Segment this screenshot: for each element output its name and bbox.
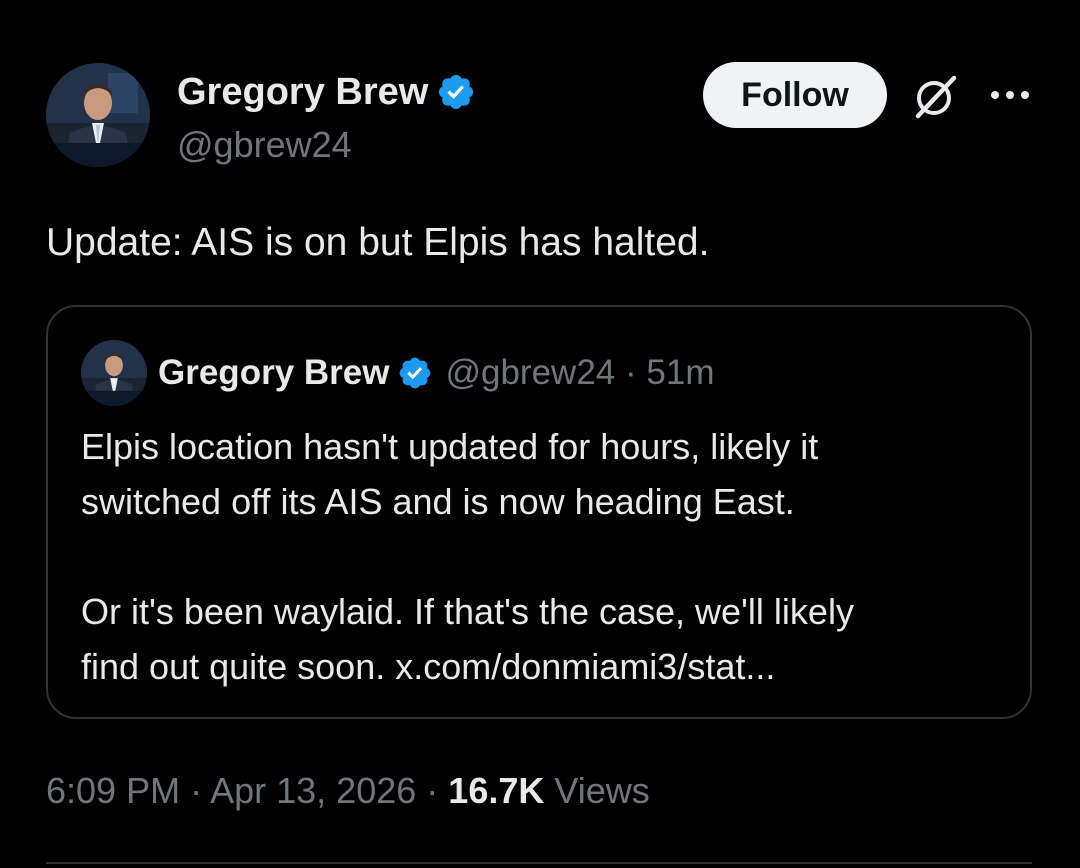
author-handle[interactable]: @gbrew24 bbox=[177, 124, 352, 166]
quoted-text-line: switched off its AIS and is now heading … bbox=[81, 481, 795, 522]
quoted-timestamp[interactable]: 51m bbox=[646, 353, 714, 393]
quoted-author-name[interactable]: Gregory Brew bbox=[158, 353, 389, 393]
avatar-image bbox=[46, 63, 150, 167]
quoted-avatar-image bbox=[81, 340, 147, 406]
follow-button[interactable]: Follow bbox=[703, 62, 887, 128]
quoted-author-avatar[interactable] bbox=[81, 340, 147, 406]
grok-icon[interactable] bbox=[908, 70, 962, 124]
tweet-date[interactable]: Apr 13, 2026 bbox=[210, 770, 416, 811]
views-count[interactable]: 16.7K bbox=[448, 770, 544, 811]
views-label[interactable]: Views bbox=[554, 770, 649, 811]
quoted-separator: · bbox=[625, 353, 637, 392]
quoted-text: Elpis location hasn't updated for hours,… bbox=[81, 419, 1011, 694]
more-options-icon[interactable] bbox=[988, 82, 1032, 108]
tweet-meta: 6:09 PM · Apr 13, 2026 · 16.7K Views bbox=[46, 768, 650, 814]
divider bbox=[46, 862, 1032, 864]
author-name[interactable]: Gregory Brew bbox=[177, 70, 476, 114]
quoted-text-line: find out quite soon. x.com/donmiami3/sta… bbox=[81, 646, 776, 687]
verified-badge-icon[interactable] bbox=[436, 72, 476, 112]
quoted-header: Gregory Brew @gbrew24 · 51m bbox=[158, 351, 714, 395]
quoted-text-line: Or it's been waylaid. If that's the case… bbox=[81, 591, 854, 632]
author-name-text[interactable]: Gregory Brew bbox=[177, 70, 428, 114]
author-avatar[interactable] bbox=[46, 63, 150, 167]
meta-separator: · bbox=[190, 770, 203, 811]
quoted-author-handle[interactable]: @gbrew24 bbox=[445, 353, 615, 393]
tweet-time[interactable]: 6:09 PM bbox=[46, 770, 180, 811]
meta-separator: · bbox=[426, 770, 439, 811]
quoted-verified-badge-icon bbox=[397, 355, 433, 391]
quoted-text-line: Elpis location hasn't updated for hours,… bbox=[81, 426, 819, 467]
tweet-text: Update: AIS is on but Elpis has halted. bbox=[46, 221, 710, 264]
quoted-tweet[interactable]: Gregory Brew @gbrew24 · 51m Elpis locati… bbox=[46, 305, 1032, 719]
